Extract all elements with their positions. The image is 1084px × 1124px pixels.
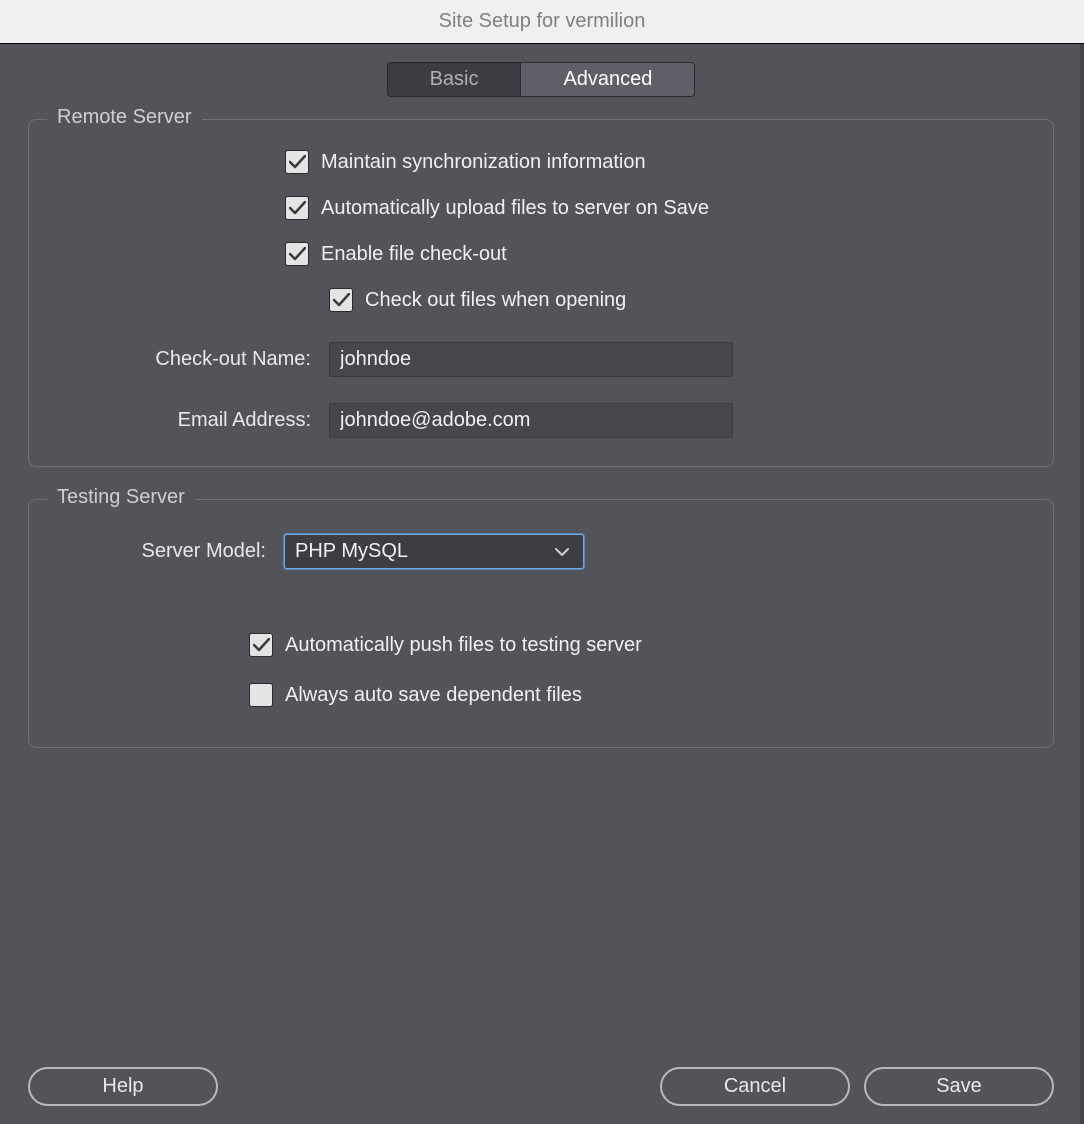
remote-server-fieldset: Remote Server Maintain synchronization i… xyxy=(28,119,1054,467)
email-label: Email Address: xyxy=(49,409,329,432)
remote-server-legend: Remote Server xyxy=(47,106,202,129)
auto-save-dependent-label: Always auto save dependent files xyxy=(285,684,582,707)
checkout-name-row: Check-out Name: xyxy=(49,342,1033,377)
chevron-down-icon xyxy=(555,540,569,563)
email-row: Email Address: xyxy=(49,403,1033,438)
check-icon xyxy=(289,155,306,169)
checkout-on-open-row: Check out files when opening xyxy=(329,288,1033,312)
enable-checkout-label: Enable file check-out xyxy=(321,243,507,266)
maintain-sync-row: Maintain synchronization information xyxy=(285,150,1033,174)
checkout-on-open-label: Check out files when opening xyxy=(365,289,626,312)
save-button[interactable]: Save xyxy=(864,1067,1054,1106)
testing-server-fieldset: Testing Server Server Model: PHP MySQL A… xyxy=(28,499,1054,748)
auto-save-dependent-row: Always auto save dependent files xyxy=(249,683,1033,707)
auto-upload-row: Automatically upload files to server on … xyxy=(285,196,1033,220)
window-title: Site Setup for vermilion xyxy=(0,0,1084,44)
button-bar: Help Cancel Save xyxy=(28,1067,1054,1106)
tab-advanced[interactable]: Advanced xyxy=(520,62,695,97)
dialog-content: Basic Advanced Remote Server Maintain sy… xyxy=(2,44,1080,1124)
maintain-sync-checkbox[interactable] xyxy=(285,150,309,174)
checkout-on-open-checkbox[interactable] xyxy=(329,288,353,312)
auto-push-label: Automatically push files to testing serv… xyxy=(285,634,642,657)
check-icon xyxy=(289,247,306,261)
button-bar-right: Cancel Save xyxy=(660,1067,1054,1106)
email-input[interactable] xyxy=(329,403,733,438)
auto-upload-label: Automatically upload files to server on … xyxy=(321,197,709,220)
help-button[interactable]: Help xyxy=(28,1067,218,1106)
auto-push-checkbox[interactable] xyxy=(249,633,273,657)
testing-server-legend: Testing Server xyxy=(47,486,195,509)
enable-checkout-row: Enable file check-out xyxy=(285,242,1033,266)
right-edge-strip xyxy=(1080,44,1084,1124)
tab-basic[interactable]: Basic xyxy=(387,62,521,97)
enable-checkout-checkbox[interactable] xyxy=(285,242,309,266)
checkout-name-label: Check-out Name: xyxy=(49,348,329,371)
check-icon xyxy=(253,638,270,652)
check-icon xyxy=(333,293,350,307)
cancel-button[interactable]: Cancel xyxy=(660,1067,850,1106)
server-model-value: PHP MySQL xyxy=(295,540,408,563)
server-model-select[interactable]: PHP MySQL xyxy=(284,534,584,569)
server-model-label: Server Model: xyxy=(49,540,284,563)
auto-upload-checkbox[interactable] xyxy=(285,196,309,220)
maintain-sync-label: Maintain synchronization information xyxy=(321,151,646,174)
check-icon xyxy=(289,201,306,215)
checkout-name-input[interactable] xyxy=(329,342,733,377)
auto-push-row: Automatically push files to testing serv… xyxy=(249,633,1033,657)
tab-bar: Basic Advanced xyxy=(28,62,1054,97)
auto-save-dependent-checkbox[interactable] xyxy=(249,683,273,707)
server-model-row: Server Model: PHP MySQL xyxy=(49,534,1033,569)
